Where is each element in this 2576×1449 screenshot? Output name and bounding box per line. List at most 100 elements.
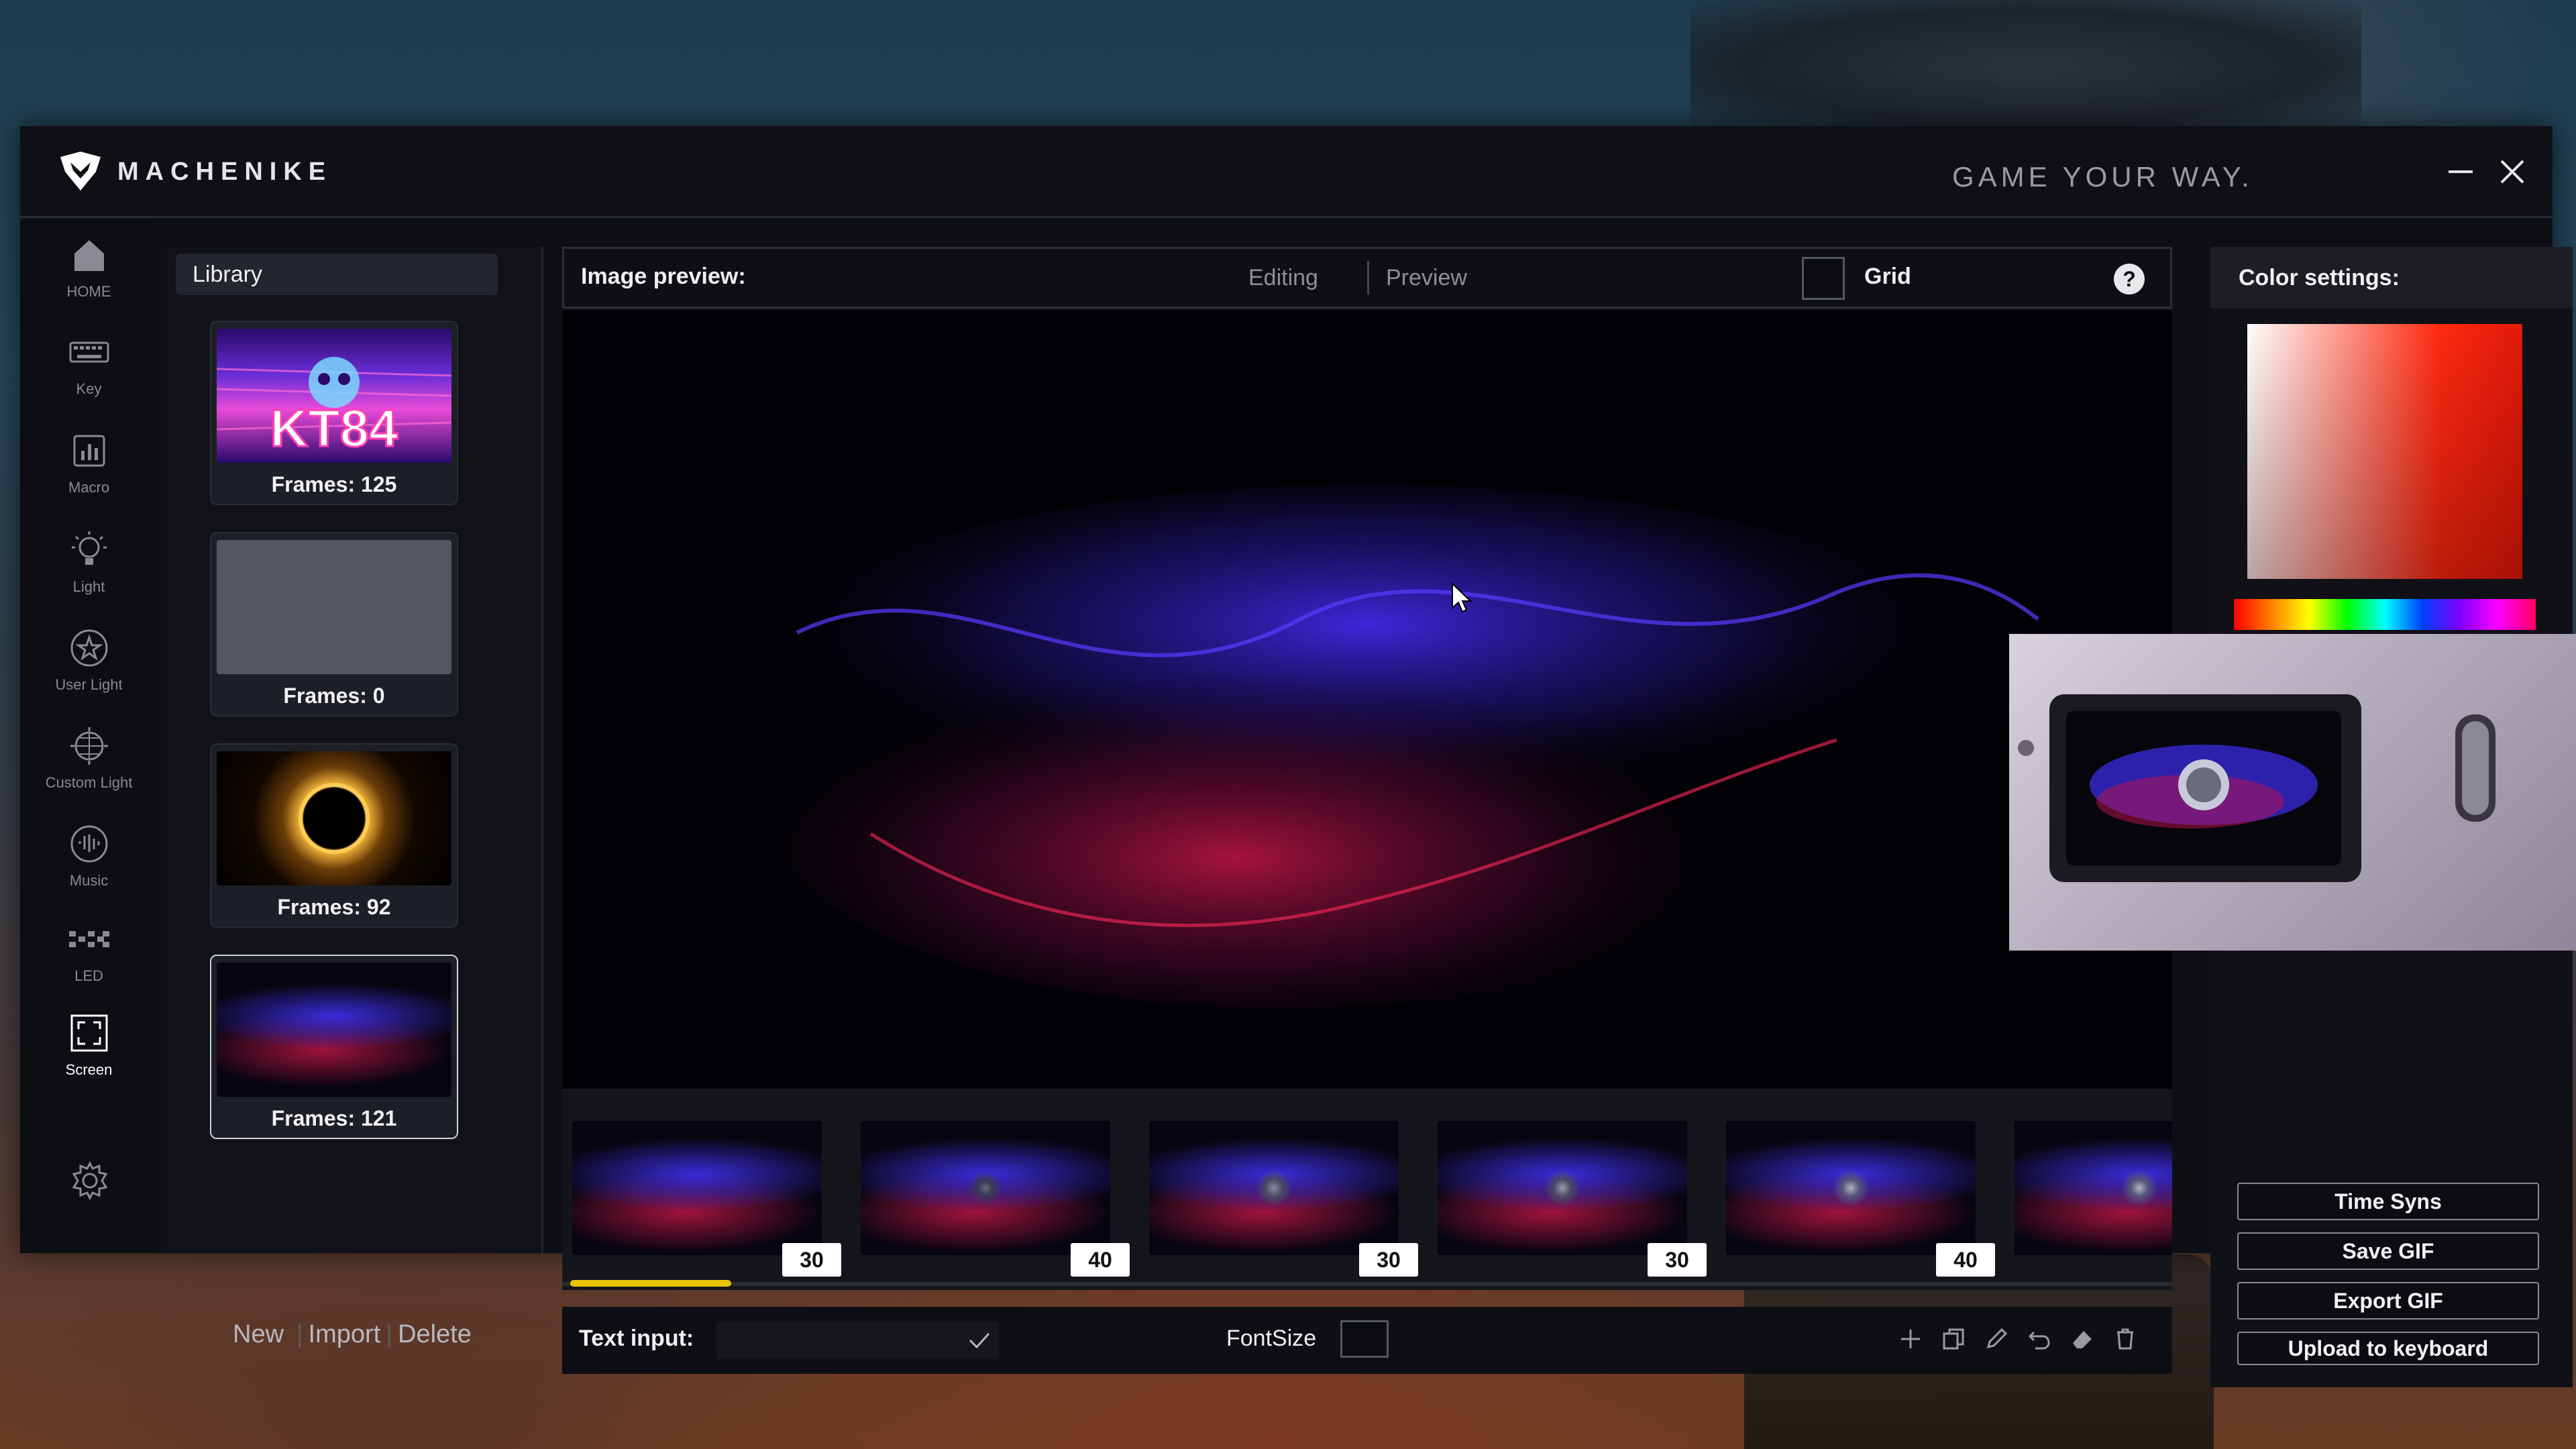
nav-item-led[interactable]: LED <box>20 918 158 985</box>
color-settings-title: Color settings: <box>2210 247 2573 309</box>
webcam-overlay <box>2009 634 2576 951</box>
frame-thumb[interactable]: 40 <box>861 1121 1130 1277</box>
library-item-label: Frames: 121 <box>271 1106 397 1130</box>
nav-label-user-light: User Light <box>55 676 123 693</box>
import-button[interactable]: Import <box>306 1320 384 1348</box>
brand-name: MACHENIKE <box>117 157 333 186</box>
nav-item-user-light[interactable]: User Light <box>20 627 158 694</box>
copy-icon[interactable] <box>1940 1326 1967 1352</box>
star-circle-icon <box>70 629 107 667</box>
nav-label-light: Light <box>72 578 105 595</box>
frame-image <box>1149 1121 1399 1255</box>
keyboard-icon <box>69 341 109 363</box>
grid-label: Grid <box>1864 264 1911 289</box>
time-sync-button[interactable]: Time Syns <box>2237 1183 2539 1220</box>
add-icon[interactable] <box>1897 1326 1924 1352</box>
frame-thumb[interactable]: 40 <box>1726 1121 1995 1277</box>
library-actions: New | Import | Delete <box>161 1320 543 1349</box>
library-item-3[interactable]: Frames: 92 <box>210 743 458 928</box>
frame-thumb[interactable]: 30 <box>1149 1121 1418 1277</box>
library-thumb-wave <box>217 963 451 1097</box>
library-title: Library <box>176 254 498 295</box>
library-item-4-selected[interactable]: Frames: 121 <box>210 955 458 1139</box>
close-button[interactable] <box>2493 153 2531 191</box>
library-item-label: Frames: 92 <box>277 895 391 919</box>
confirm-check-icon[interactable] <box>965 1326 994 1355</box>
mouse-cursor-icon <box>1452 582 1472 613</box>
nav-item-home[interactable]: HOME <box>20 233 158 301</box>
frame-thumb[interactable] <box>2015 1121 2172 1269</box>
nav-item-music[interactable]: Music <box>20 822 158 890</box>
frame-image <box>861 1121 1110 1255</box>
close-icon <box>2500 160 2524 184</box>
text-input-bar: Text input: FontSize <box>562 1307 2172 1374</box>
library-item-label: Frames: 0 <box>283 684 385 708</box>
library-item-label: Frames: 125 <box>271 472 397 496</box>
title-bar[interactable]: MACHENIKE GAME YOUR WAY. <box>20 126 2553 218</box>
help-icon[interactable]: ? <box>2114 264 2145 294</box>
tab-preview[interactable]: Preview <box>1386 265 1467 291</box>
eclipse-ring-icon <box>299 783 370 854</box>
action-divider: | <box>386 1320 393 1348</box>
library-item-1[interactable]: KT84 Frames: 125 <box>210 321 458 505</box>
frame-image <box>1726 1121 1976 1255</box>
nav-label-led: LED <box>74 967 103 984</box>
settings-gear-icon[interactable] <box>68 1159 111 1202</box>
delete-button[interactable]: Delete <box>395 1320 474 1348</box>
library-thumb-empty <box>217 540 451 674</box>
nav-item-screen[interactable]: Screen <box>20 1012 158 1079</box>
macro-icon <box>73 435 105 467</box>
nav-item-macro[interactable]: Macro <box>20 429 158 496</box>
frame-duration[interactable]: 40 <box>1071 1243 1130 1277</box>
fontsize-input[interactable] <box>1340 1320 1389 1358</box>
wallpaper-helmet <box>1690 0 2361 134</box>
saturation-value-picker[interactable] <box>2247 324 2522 579</box>
nav-item-light[interactable]: Light <box>20 529 158 596</box>
minimize-button[interactable] <box>2442 153 2479 191</box>
wave-preview-image <box>763 485 2039 1008</box>
tab-editing[interactable]: Editing <box>1248 265 1318 291</box>
preview-title: Image preview: <box>581 264 746 289</box>
upload-to-keyboard-button[interactable]: Upload to keyboard <box>2237 1332 2539 1365</box>
brand-logo: MACHENIKE <box>57 152 332 192</box>
text-input-field[interactable] <box>716 1322 998 1359</box>
nav-item-key[interactable]: Key <box>20 331 158 398</box>
text-input-label: Text input: <box>579 1326 694 1351</box>
frame-duration[interactable]: 40 <box>1936 1243 1995 1277</box>
new-button[interactable]: New <box>230 1320 286 1348</box>
trash-icon[interactable] <box>2112 1326 2139 1352</box>
timeline-scroll-thumb[interactable] <box>570 1280 731 1287</box>
frame-thumb[interactable]: 30 <box>572 1121 841 1277</box>
undo-icon[interactable] <box>2026 1326 2053 1352</box>
keyboard-screen-photo <box>2018 694 2496 882</box>
frame-duration[interactable]: 30 <box>782 1243 841 1277</box>
save-gif-button[interactable]: Save GIF <box>2237 1232 2539 1270</box>
nav-label-music: Music <box>69 872 109 889</box>
bulb-icon <box>71 531 107 565</box>
frame-thumb[interactable]: 30 <box>1438 1121 1707 1277</box>
nav-item-custom-light[interactable]: Custom Light <box>20 724 158 792</box>
nav-label-key: Key <box>76 380 102 397</box>
led-grid-icon <box>68 931 109 947</box>
timeline-scrollbar[interactable] <box>562 1282 2172 1286</box>
hue-slider[interactable] <box>2234 599 2536 630</box>
sidebar-nav: HOME Key Macro Light User Light Custom L… <box>20 220 158 1253</box>
grid-checkbox[interactable] <box>1802 257 1845 300</box>
action-divider: | <box>296 1320 303 1348</box>
fontsize-label: FontSize <box>1226 1326 1317 1351</box>
nav-label-macro: Macro <box>68 479 110 496</box>
frame-timeline: 30 40 30 30 40 <box>562 1089 2172 1290</box>
export-gif-button[interactable]: Export GIF <box>2237 1282 2539 1320</box>
frame-image <box>1438 1121 1687 1255</box>
slogan: GAME YOUR WAY. <box>1952 161 2253 193</box>
frame-duration[interactable]: 30 <box>1648 1243 1707 1277</box>
eraser-icon[interactable] <box>2069 1326 2096 1352</box>
library-item-2[interactable]: Frames: 0 <box>210 532 458 716</box>
image-preview-canvas[interactable] <box>562 311 2172 1089</box>
mode-divider <box>1367 261 1369 294</box>
frame-duration[interactable]: 30 <box>1359 1243 1418 1277</box>
pencil-icon[interactable] <box>1983 1326 2010 1352</box>
minimize-icon <box>2449 170 2473 173</box>
music-wave-icon <box>70 825 107 863</box>
library-thumb-ring <box>217 751 451 885</box>
